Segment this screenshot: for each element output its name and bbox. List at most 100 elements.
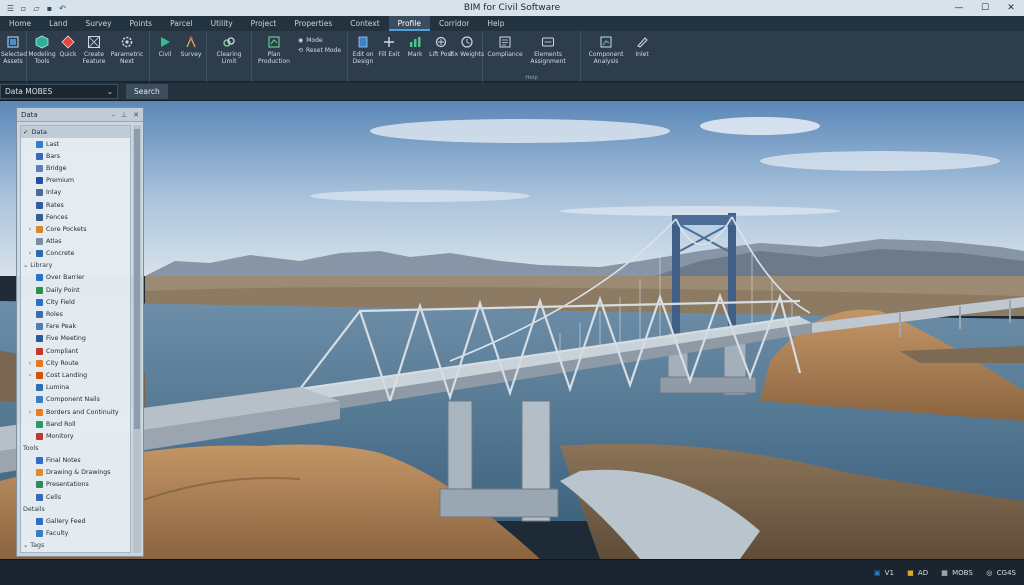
tree-item[interactable]: Lumina	[21, 382, 130, 394]
tree-item[interactable]: Inlay	[21, 187, 130, 199]
layer-icon	[36, 164, 43, 172]
panel-scrollbar[interactable]	[133, 125, 141, 553]
tree-item[interactable]: › Cost Landing	[21, 369, 130, 381]
panel-pin-icon[interactable]: ⊥	[121, 111, 127, 119]
tab-points[interactable]: Points	[121, 16, 162, 31]
panel-minimize-icon[interactable]: –	[112, 111, 116, 119]
tree-item[interactable]: Monitory	[21, 430, 130, 442]
tree-item[interactable]: Drawing & Drawings	[21, 467, 130, 479]
tree-item-label: Monitory	[46, 432, 74, 440]
3d-viewport[interactable]	[0, 101, 1024, 559]
new-file-icon[interactable]: ▫	[19, 4, 28, 13]
tree-item[interactable]: › Core Pockets	[21, 223, 130, 235]
open-folder-icon[interactable]: ▱	[32, 4, 41, 13]
panel-close-icon[interactable]: ✕	[133, 111, 139, 119]
tree-item-label: Over Barrier	[46, 274, 85, 282]
tree-item[interactable]: Last	[21, 138, 130, 150]
tree-item[interactable]: Gallery Feed	[21, 515, 130, 527]
tree-item[interactable]: Bars	[21, 150, 130, 162]
minimize-button[interactable]: —	[946, 0, 972, 16]
reset-mode-button[interactable]: ⟲ Reset Mode	[298, 47, 341, 54]
tree-item[interactable]: Component Nails	[21, 394, 130, 406]
status-item-mobs[interactable]: ▦ MOBS	[940, 568, 972, 577]
tab-corridor[interactable]: Corridor	[430, 16, 478, 31]
tree-section-tools[interactable]: Tools	[21, 443, 130, 455]
tree-item[interactable]: Fare Peak	[21, 321, 130, 333]
tab-properties[interactable]: Properties	[285, 16, 341, 31]
tree-section-details[interactable]: Details	[21, 503, 130, 515]
layer-icon	[36, 408, 43, 416]
tree-item[interactable]: Roles	[21, 308, 130, 320]
tab-home[interactable]: Home	[0, 16, 40, 31]
tree-root[interactable]: ✓ Data	[21, 126, 130, 138]
ribbon-group-modeling: Modeling Tools Quick Create Feature Para…	[27, 31, 150, 82]
status-item-v1[interactable]: ▣ V1	[873, 568, 894, 577]
layer-icon	[36, 238, 43, 246]
app-menu-icon[interactable]: ☰	[6, 4, 15, 13]
tab-profile[interactable]: Profile	[388, 16, 430, 31]
tree-item-label: Atlas	[46, 238, 62, 246]
component-analysis-button[interactable]: Component Analysis	[583, 33, 629, 82]
expand-arrow-icon[interactable]: ›	[27, 250, 33, 257]
tree-item[interactable]: Final Notes	[21, 455, 130, 467]
tree-item[interactable]: › Borders and Continuity	[21, 406, 130, 418]
tree-item[interactable]: City Field	[21, 296, 130, 308]
layer-icon	[36, 481, 43, 489]
tree-item[interactable]: Over Barrier	[21, 272, 130, 284]
parametric-next-button[interactable]: Parametric Next	[107, 33, 147, 82]
survey-button[interactable]: Survey	[178, 33, 204, 82]
scrollbar-thumb[interactable]	[134, 129, 140, 429]
expand-arrow-icon[interactable]: ›	[27, 372, 33, 379]
tree-section-library[interactable]: ⌄ Library	[21, 260, 130, 272]
tree-item[interactable]: Daily Point	[21, 284, 130, 296]
tree-item[interactable]: › Concrete	[21, 248, 130, 260]
tree-item[interactable]: Parcel Yard	[21, 552, 130, 553]
tab-land[interactable]: Land	[40, 16, 76, 31]
tree-item[interactable]: Cells	[21, 491, 130, 503]
expand-arrow-icon[interactable]: ›	[27, 360, 33, 367]
mode-button[interactable]: ◉ Mode	[298, 37, 341, 44]
tree-item[interactable]: Compliant	[21, 345, 130, 357]
data-selector-dropdown[interactable]: Data MOBES ⌄	[0, 84, 118, 99]
tab-project[interactable]: Project	[242, 16, 286, 31]
title-bar: ☰ ▫ ▱ ▪ ↶ BIM for Civil Software — ☐ ✕	[0, 0, 1024, 16]
tree-item-label: City Field	[46, 298, 75, 306]
inlet-button[interactable]: Inlet	[629, 33, 655, 82]
expand-arrow-icon[interactable]: ›	[27, 226, 33, 233]
tree-item[interactable]: Atlas	[21, 236, 130, 248]
tree-item[interactable]: Rates	[21, 199, 130, 211]
tree-item[interactable]: Five Meeting	[21, 333, 130, 345]
tab-context[interactable]: Context	[341, 16, 388, 31]
gear-icon	[120, 35, 134, 49]
undo-icon[interactable]: ↶	[58, 4, 67, 13]
plan-production-button[interactable]: Plan Production	[254, 33, 294, 82]
tree-item[interactable]: Bridge	[21, 162, 130, 174]
expand-arrow-icon[interactable]: ›	[27, 409, 33, 416]
tree-item[interactable]: Fences	[21, 211, 130, 223]
fix-weights-button[interactable]: Fix Weights	[450, 33, 484, 82]
create-feature-button[interactable]: Create Feature	[81, 33, 107, 82]
tab-survey[interactable]: Survey	[76, 16, 120, 31]
tab-utility[interactable]: Utility	[202, 16, 242, 31]
tree-item-label: Borders and Continuity	[46, 408, 119, 416]
tree-item[interactable]: Faculty	[21, 527, 130, 539]
status-item-ad[interactable]: ■ AD	[906, 568, 928, 577]
assignment-icon	[541, 35, 555, 49]
layer-icon	[36, 396, 43, 404]
layer-icon	[36, 250, 43, 258]
tab-parcel[interactable]: Parcel	[161, 16, 202, 31]
tab-help[interactable]: Help	[478, 16, 513, 31]
search-tab[interactable]: Search	[126, 84, 168, 99]
close-button[interactable]: ✕	[998, 0, 1024, 16]
window-title: BIM for Civil Software	[463, 3, 561, 13]
status-item-cg4s[interactable]: ◎ CG4S	[985, 568, 1016, 577]
tree-item[interactable]: › City Route	[21, 357, 130, 369]
tree-item[interactable]: Premium	[21, 175, 130, 187]
selected-assets-button[interactable]: Selected Assets	[1, 33, 27, 82]
clearing-limit-button[interactable]: Clearing Limit	[209, 33, 249, 82]
tree-section-tags[interactable]: ⌄ Tags	[21, 540, 130, 552]
maximize-button[interactable]: ☐	[972, 0, 998, 16]
save-icon[interactable]: ▪	[45, 4, 54, 13]
tree-item[interactable]: Band Roll	[21, 418, 130, 430]
tree-item[interactable]: Presentations	[21, 479, 130, 491]
